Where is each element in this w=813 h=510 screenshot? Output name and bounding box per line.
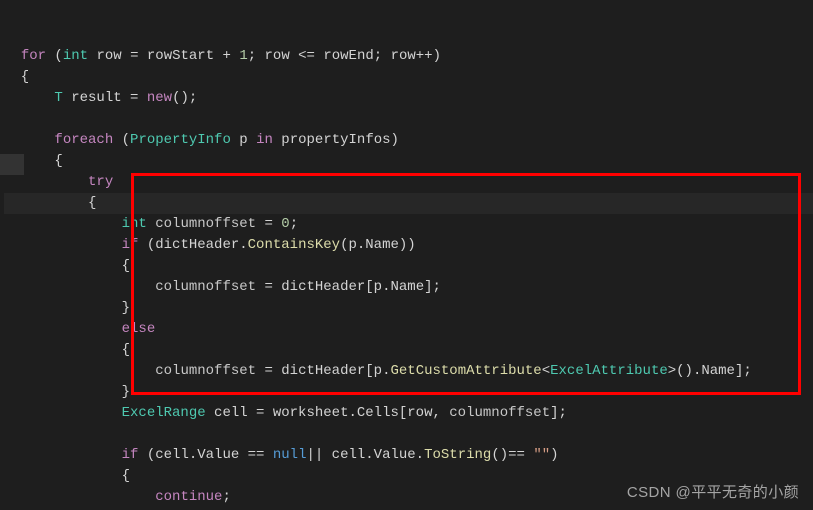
gutter-current-line-marker [0,154,24,175]
code-editor[interactable]: for (int row = rowStart + 1; row <= rowE… [0,0,813,510]
code-line[interactable]: ExcelRange cell = worksheet.Cells[row, c… [4,403,813,424]
code-line[interactable]: T result = new(); [4,88,813,109]
code-line[interactable]: if (dictHeader.ContainsKey(p.Name)) [4,235,813,256]
code-line[interactable]: continue; [4,487,813,508]
code-line[interactable]: if (cell.Value == null|| cell.Value.ToSt… [4,445,813,466]
code-line[interactable]: columnoffset = dictHeader[p.GetCustomAtt… [4,361,813,382]
code-line[interactable]: { [4,256,813,277]
code-line[interactable]: columnoffset = dictHeader[p.Name]; [4,277,813,298]
code-line[interactable]: else [4,319,813,340]
code-line[interactable]: { [4,466,813,487]
code-line[interactable]: try [4,172,813,193]
code-line[interactable]: int columnoffset = 0; [4,214,813,235]
code-line[interactable] [4,424,813,445]
code-line[interactable]: foreach (PropertyInfo p in propertyInfos… [4,130,813,151]
code-line[interactable]: for (int row = rowStart + 1; row <= rowE… [4,46,813,67]
code-line[interactable]: { [4,151,813,172]
code-line[interactable]: } [4,382,813,403]
code-line[interactable]: } [4,298,813,319]
code-line[interactable]: { [4,193,813,214]
code-line[interactable]: { [4,67,813,88]
code-line[interactable]: { [4,340,813,361]
code-line[interactable] [4,109,813,130]
